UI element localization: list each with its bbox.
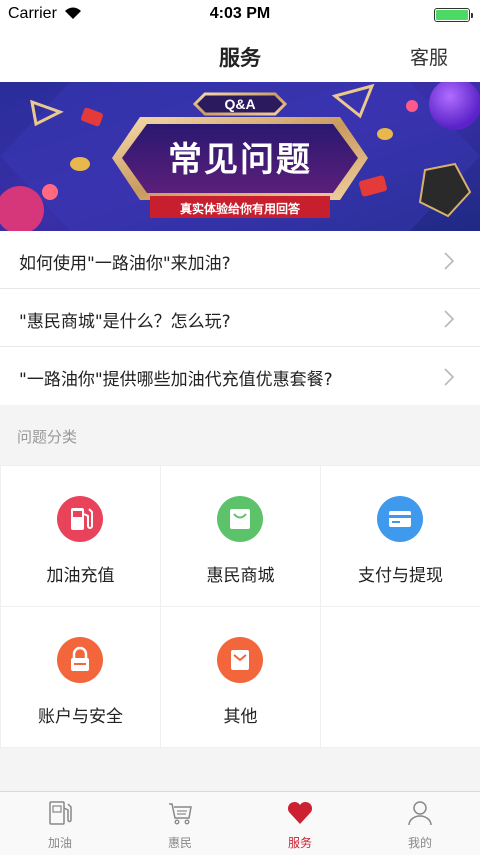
- chevron-right-icon: [444, 252, 454, 270]
- tab-fuel[interactable]: 加油: [0, 792, 120, 855]
- category-label: 账户与安全: [38, 707, 123, 727]
- category-fuel-recharge[interactable]: 加油充值: [1, 466, 160, 606]
- faq-text: "一路油你"提供哪些加油代充值优惠套餐?: [19, 370, 333, 390]
- category-empty-cell: [321, 607, 480, 747]
- nav-bar: 服务 客服: [0, 30, 480, 82]
- category-label: 支付与提现: [358, 566, 443, 586]
- faq-item[interactable]: "惠民商城"是什么？怎么玩?: [0, 289, 480, 347]
- fuel-icon: [49, 801, 72, 825]
- customer-service-button[interactable]: 客服: [410, 43, 448, 70]
- status-bar: Carrier 4:03 PM: [0, 0, 480, 30]
- category-account-security[interactable]: 账户与安全: [1, 607, 160, 747]
- section-label: 问题分类: [17, 428, 78, 446]
- tab-label: 惠民: [167, 836, 192, 850]
- faq-text: 如何使用"一路油你"来加油?: [19, 254, 231, 274]
- card-icon: [377, 496, 423, 542]
- shop-bag-icon: [217, 496, 263, 542]
- envelope-icon: [217, 637, 263, 683]
- banner-subtitle: 真实体验给你有用回答: [179, 202, 300, 216]
- heart-icon: [287, 801, 313, 824]
- tab-huimin[interactable]: 惠民: [120, 792, 240, 855]
- tab-label: 我的: [407, 836, 432, 850]
- fuel-pump-icon: [57, 496, 103, 542]
- category-label: 加油充值: [46, 566, 115, 586]
- category-other[interactable]: 其他: [161, 607, 320, 747]
- category-payment[interactable]: 支付与提现: [321, 466, 480, 606]
- faq-item[interactable]: "一路油你"提供哪些加油代充值优惠套餐?: [0, 347, 480, 405]
- banner-title: 常见问题: [168, 140, 312, 180]
- status-time: 4:03 PM: [209, 5, 271, 22]
- chevron-right-icon: [444, 368, 454, 386]
- tab-mine[interactable]: 我的: [360, 792, 480, 855]
- category-label: 惠民商城: [206, 566, 275, 586]
- chevron-right-icon: [444, 310, 454, 328]
- battery-icon: [434, 8, 473, 22]
- faq-text: "惠民商城"是什么？怎么玩?: [19, 312, 231, 332]
- tab-service[interactable]: 服务: [240, 792, 360, 855]
- category-mall[interactable]: 惠民商城: [161, 466, 320, 606]
- qa-banner[interactable]: Q&A 常见问题 真实体验给你有用回答: [0, 82, 480, 231]
- cart-icon: [169, 803, 192, 825]
- tab-label: 服务: [287, 836, 312, 850]
- user-icon: [408, 801, 432, 826]
- page-title: 服务: [219, 46, 261, 70]
- faq-item[interactable]: 如何使用"一路油你"来加油?: [0, 231, 480, 289]
- tab-label: 加油: [47, 836, 72, 850]
- lock-icon: [57, 637, 103, 683]
- tab-bar: 加油 惠民 服务 我的: [0, 791, 480, 855]
- category-grid: 加油充值 惠民商城 支付与提现 账户与安全 其他: [0, 465, 480, 748]
- faq-list: 如何使用"一路油你"来加油? "惠民商城"是什么？怎么玩? "一路油你"提供哪些…: [0, 231, 480, 405]
- qa-badge: Q&A: [224, 96, 256, 112]
- category-label: 其他: [223, 707, 258, 727]
